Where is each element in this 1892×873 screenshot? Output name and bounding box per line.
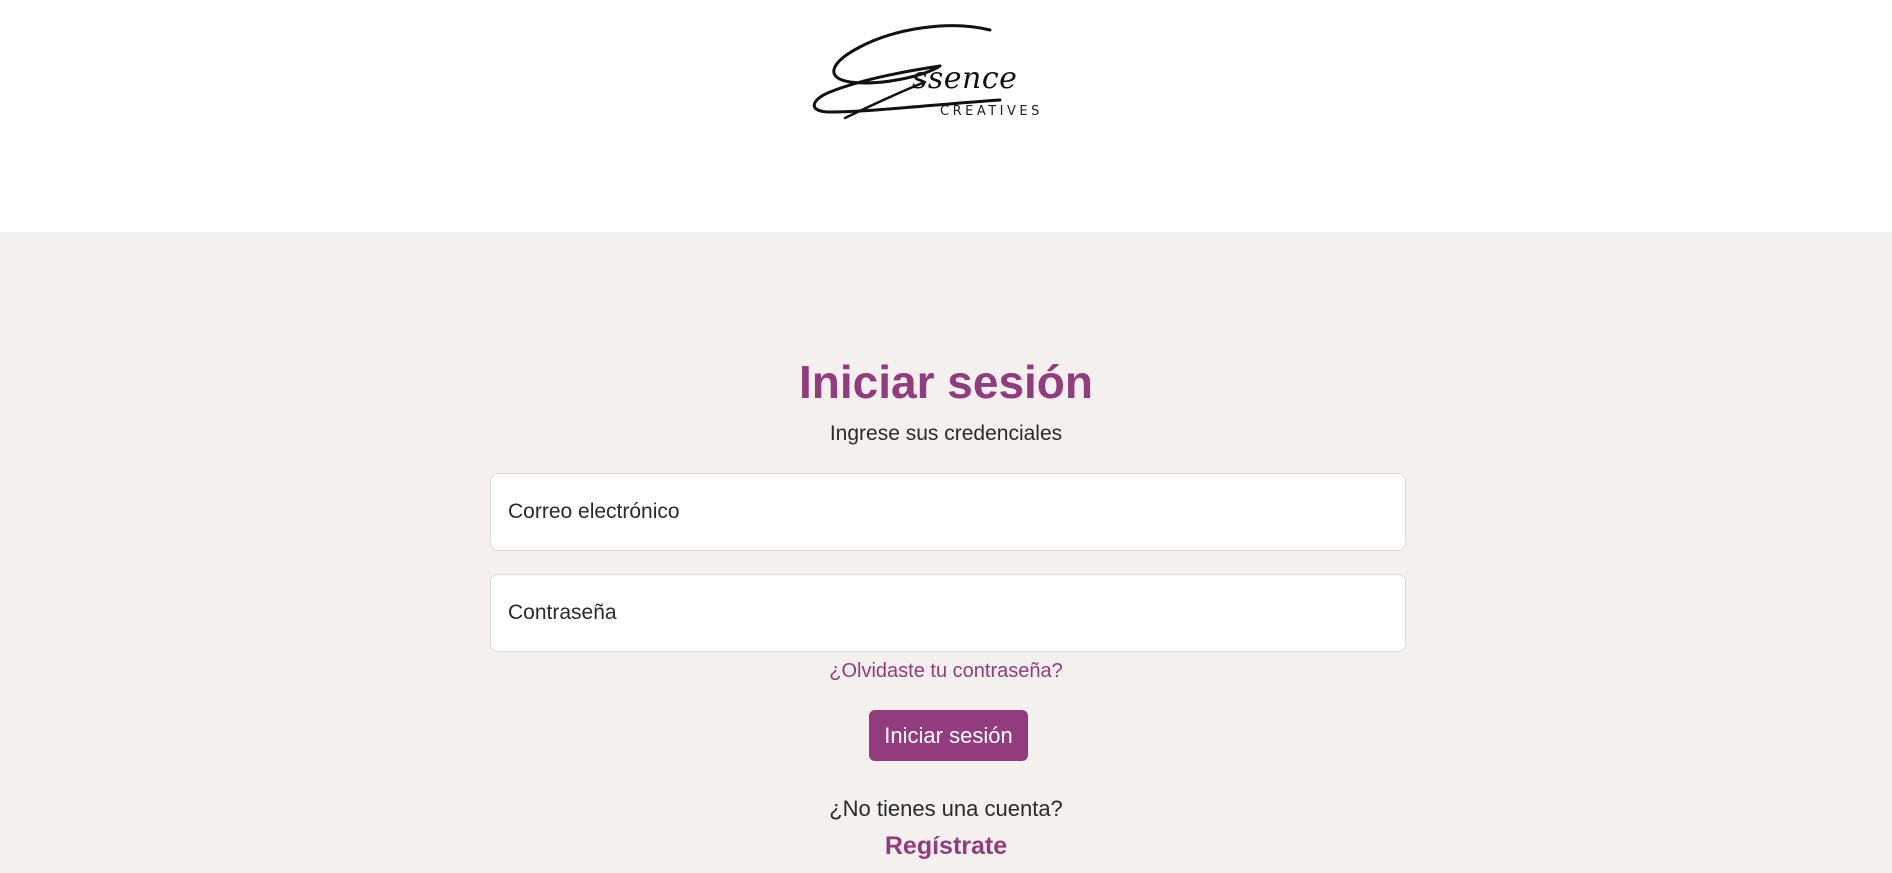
page-subtitle: Ingrese sus credenciales	[829, 422, 1063, 445]
email-field-container	[490, 473, 1406, 551]
login-button[interactable]: Iniciar sesión	[869, 710, 1028, 761]
register-row: Regístrate	[0, 830, 1892, 862]
page-title: Iniciar sesión	[798, 356, 1093, 408]
forgot-password-row: ¿Olvidaste tu contraseña?	[0, 658, 1892, 684]
no-account-text: ¿No tienes una cuenta?	[829, 796, 1063, 821]
password-field-container	[490, 574, 1406, 652]
svg-text:ssence: ssence	[912, 61, 1017, 96]
site-header: ssence CREATIVES	[0, 0, 1892, 232]
essence-creatives-logo[interactable]: ssence CREATIVES	[800, 20, 1090, 130]
forgot-password-link[interactable]: ¿Olvidaste tu contraseña?	[829, 660, 1062, 682]
email-field[interactable]	[491, 474, 1405, 550]
register-link[interactable]: Regístrate	[885, 832, 1007, 860]
password-field[interactable]	[491, 575, 1405, 651]
login-section: Iniciar sesión Ingrese sus credenciales …	[0, 232, 1892, 873]
logo-subtext: CREATIVES	[940, 104, 1043, 119]
